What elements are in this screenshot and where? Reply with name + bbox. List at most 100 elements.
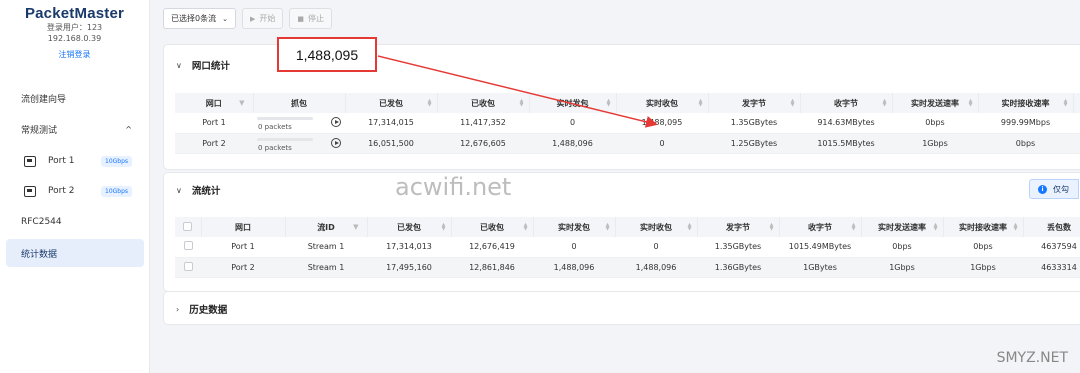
checkbox[interactable]: [183, 261, 193, 271]
table-row[interactable]: Port 1 Stream 1 17,314,013 12,676,419 0 …: [175, 237, 1080, 258]
sidebar-item-label: RFC2544: [21, 217, 62, 227]
sort-icon[interactable]: ▲ ▼: [883, 99, 887, 108]
sort-icon[interactable]: ▲ ▼: [1014, 223, 1018, 232]
col-header: 网口: [201, 217, 286, 237]
sort-icon[interactable]: ▲ ▼: [688, 223, 692, 232]
table-header-row: 网口 流ID ▼ 已发包 ▲ ▼ 已收包 ▲ ▼ 实时发包 ▲ ▼ 实时收包 ▲ ▼ 发字节 ▲ ▼ …: [175, 217, 1080, 237]
sort-icon[interactable]: ▲ ▼: [969, 99, 973, 108]
sidebar-item-label: 常规测试: [21, 125, 58, 136]
sort-icon[interactable]: ▲ ▼: [524, 223, 528, 232]
logout-link[interactable]: 注销登录: [0, 49, 149, 60]
sidebar-item-rfc2544[interactable]: RFC2544: [0, 208, 150, 236]
sidebar-item-general-test[interactable]: 常规测试 ^: [0, 115, 150, 143]
cell-recv: 12,676,419: [451, 237, 533, 258]
cell-sent: 17,314,013: [367, 237, 451, 258]
col-header[interactable]: 发字节 ▲ ▼: [697, 217, 780, 237]
annotation-callout: 1,488,095: [277, 37, 377, 72]
row-select[interactable]: [175, 237, 201, 258]
filter-icon[interactable]: ▼: [353, 223, 358, 231]
checkbox[interactable]: [183, 221, 193, 231]
table-row[interactable]: Port 1 0 packets 17,314,015 11,417,352 0…: [175, 113, 1080, 134]
col-header[interactable]: 实时发包 ▲ ▼: [533, 217, 616, 237]
col-header[interactable]: 实时发送速率 ▲ ▼: [861, 217, 944, 237]
app-title: PacketMaster: [24, 5, 125, 22]
chevron-down-icon: ∨: [176, 60, 182, 70]
table-row[interactable]: Port 2 Stream 1 17,495,160 12,861,846 1,…: [175, 257, 1080, 278]
cell-empty: [1073, 133, 1080, 154]
sort-icon[interactable]: ▲ ▼: [428, 99, 432, 108]
chevron-up-icon: ^: [125, 124, 132, 134]
capture-play-icon[interactable]: [331, 137, 341, 148]
cell-rt-sent: 0: [533, 237, 615, 258]
col-header[interactable]: 已收包 ▲ ▼: [437, 93, 530, 113]
checkbox[interactable]: [183, 241, 193, 251]
filter-icon[interactable]: ▼: [239, 99, 244, 107]
col-header: 抓包: [253, 93, 346, 113]
capture-cell: 0 packets: [253, 133, 345, 154]
col-header[interactable]: 已收包 ▲ ▼: [451, 217, 534, 237]
cell-tx-rate: 0bps: [892, 113, 978, 134]
start-button[interactable]: ▶ 开始: [241, 8, 284, 29]
col-header[interactable]: 实时收包 ▲ ▼: [615, 217, 698, 237]
col-header[interactable]: 已发包 ▲ ▼: [345, 93, 438, 113]
sort-icon[interactable]: ▲ ▼: [520, 99, 524, 108]
col-header[interactable]: 实时接收速率 ▲ ▼: [978, 93, 1074, 113]
watermark-corner: SMYZ.NET: [996, 350, 1068, 366]
capture-cell: 0 packets: [253, 113, 345, 134]
only-checked-button[interactable]: i 仅勾: [1029, 179, 1079, 199]
col-header: 流ID ▼: [285, 217, 368, 237]
sidebar-item-label: 统计数据: [21, 249, 58, 260]
sort-icon[interactable]: ▲ ▼: [934, 223, 938, 232]
table-row[interactable]: Port 2 0 packets 16,051,500 12,676,605 1…: [175, 133, 1080, 154]
cell-rx-rate: 0bps: [943, 237, 1023, 258]
login-user: 登录用户：123: [46, 23, 103, 32]
capture-progress-bar: [257, 117, 313, 120]
col-header[interactable]: 实时接收速率 ▲ ▼: [943, 217, 1024, 237]
capture-play-icon[interactable]: [331, 117, 341, 127]
cell-tx-rate: 1Gbps: [892, 133, 978, 154]
cell-rx-bytes: 1015.5MBytes: [800, 133, 892, 154]
select-all-header[interactable]: [175, 217, 202, 237]
flow-select-dropdown[interactable]: 已选择0条流 ⌄: [163, 8, 236, 29]
cell-sent: 17,495,160: [367, 257, 451, 278]
col-header[interactable]: 收字节 ▲ ▼: [779, 217, 862, 237]
brand-block: PacketMaster 登录用户：123 192.168.0.39 注销登录: [0, 0, 149, 60]
sidebar-item-port1[interactable]: Port 1 10Gbps: [0, 146, 150, 176]
sort-icon[interactable]: ▲ ▼: [791, 99, 795, 108]
cell-recv: 11,417,352: [437, 113, 529, 134]
col-header[interactable]: 收字节 ▲ ▼: [800, 93, 893, 113]
sort-icon[interactable]: ▲ ▼: [442, 223, 446, 232]
col-header[interactable]: 实时收包 ▲ ▼: [616, 93, 709, 113]
sidebar: PacketMaster 登录用户：123 192.168.0.39 注销登录 …: [0, 0, 150, 373]
flow-stats-header[interactable]: ∨ 流统计: [164, 173, 1080, 207]
col-header[interactable]: 已发包 ▲ ▼: [367, 217, 452, 237]
cell-rx-bytes: 1GBytes: [779, 257, 861, 278]
row-select[interactable]: [175, 257, 201, 278]
sort-icon[interactable]: ▲ ▼: [770, 223, 774, 232]
sidebar-item-statistics[interactable]: 统计数据: [6, 239, 144, 267]
capture-count: 0 packets: [258, 123, 292, 131]
sort-icon[interactable]: ▲ ▼: [1064, 99, 1068, 108]
chevron-right-icon: ›: [176, 304, 180, 314]
cell-rx-bytes: 914.63MBytes: [800, 113, 892, 134]
col-header[interactable]: 实时发送速率 ▲ ▼: [892, 93, 979, 113]
sort-icon[interactable]: ▲ ▼: [607, 99, 611, 108]
history-header[interactable]: › 历史数据: [164, 292, 1080, 326]
sort-icon[interactable]: ▲ ▼: [699, 99, 703, 108]
port-stats-title: 网口统计: [191, 61, 230, 72]
sort-icon[interactable]: ▲ ▼: [606, 223, 610, 232]
port-icon: [24, 155, 36, 167]
cell-empty: [1073, 113, 1080, 134]
stop-label: 停止: [307, 14, 324, 23]
col-header[interactable]: 发字节 ▲ ▼: [708, 93, 801, 113]
stop-button[interactable]: ■ 停止: [289, 8, 332, 29]
col-header[interactable]: 实时发包 ▲ ▼: [529, 93, 617, 113]
sidebar-item-port2[interactable]: Port 2 10Gbps: [0, 176, 150, 206]
capture-progress-bar: [257, 137, 313, 141]
sort-icon[interactable]: ▲ ▼: [852, 223, 856, 232]
sidebar-item-flow-wizard[interactable]: 流创建向导: [0, 84, 150, 112]
cell-tx-bytes: 1.35GBytes: [697, 237, 779, 258]
cell-port: Port 2: [175, 133, 253, 154]
cell-rx-rate: 0bps: [978, 133, 1073, 154]
cell-stream: Stream 1: [285, 237, 367, 258]
